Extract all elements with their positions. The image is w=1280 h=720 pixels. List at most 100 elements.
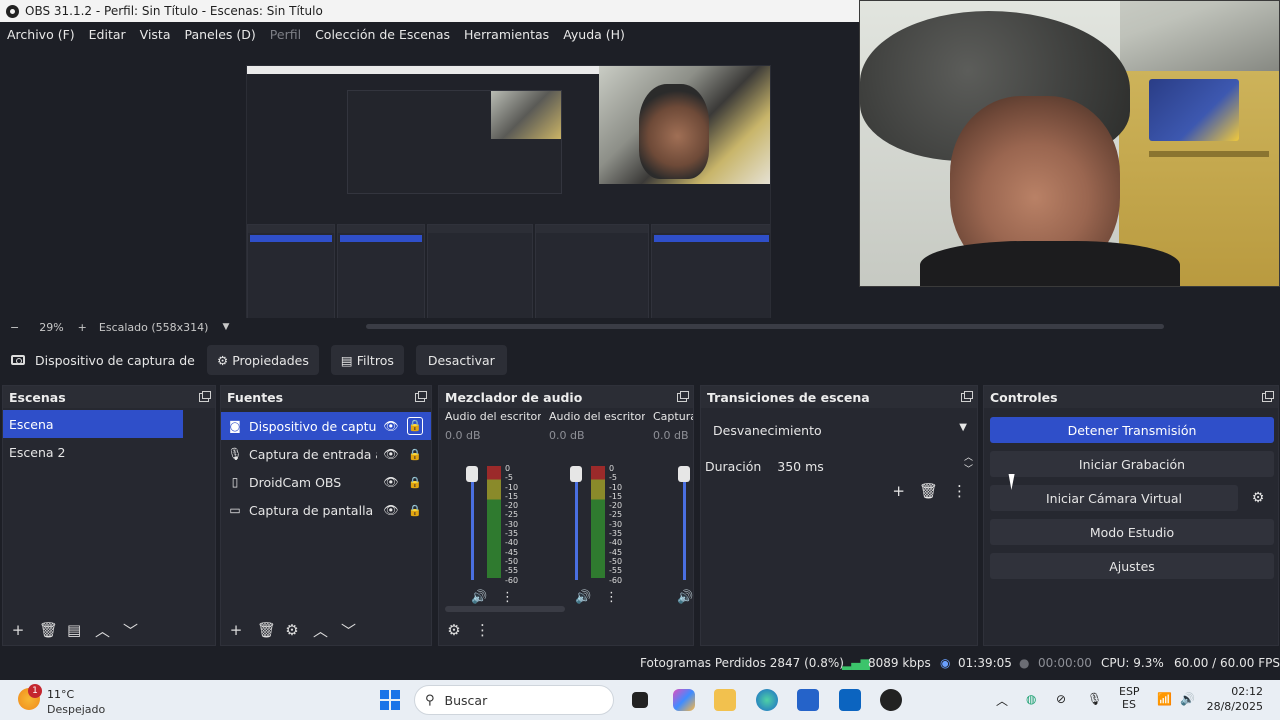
tray-overflow-icon[interactable]: ︿: [996, 692, 1008, 709]
speaker-icon[interactable]: 🔊: [677, 590, 693, 605]
microphone-icon: 🎙: [227, 447, 243, 461]
volume-fader-track[interactable]: [575, 470, 578, 580]
advanced-audio-icon[interactable]: ⚙: [447, 621, 461, 639]
menu-tools[interactable]: Herramientas: [457, 27, 556, 42]
nested-preview: [347, 90, 562, 194]
add-source-icon[interactable]: +: [229, 621, 243, 639]
settings-button[interactable]: Ajustes: [990, 553, 1274, 579]
menu-scene-collection[interactable]: Colección de Escenas: [308, 27, 457, 42]
volume-icon[interactable]: 🔊: [1180, 692, 1195, 706]
preview-horizontal-scrollbar[interactable]: [366, 324, 1164, 329]
move-down-icon[interactable]: ﹀: [123, 620, 138, 641]
scene-item[interactable]: Escena: [3, 410, 183, 438]
outlook-icon[interactable]: [839, 689, 861, 711]
zoom-in-button[interactable]: +: [78, 321, 87, 334]
volume-fader-track[interactable]: [471, 470, 474, 580]
mixer-horizontal-scrollbar[interactable]: [445, 606, 565, 612]
move-up-icon[interactable]: ︿: [95, 620, 110, 641]
menu-profile: Perfil: [269, 26, 302, 42]
volume-fader-track[interactable]: [683, 470, 686, 580]
preview-canvas[interactable]: [246, 65, 771, 319]
properties-label: Propiedades: [232, 352, 309, 368]
remove-source-icon[interactable]: 🗑: [257, 621, 276, 639]
lock-icon[interactable]: 🔒: [407, 504, 423, 517]
source-item[interactable]: ▯ DroidCam OBS 👁 🔒: [221, 468, 431, 496]
visibility-eye-icon[interactable]: 👁: [383, 447, 399, 461]
obs-taskbar-icon[interactable]: [880, 689, 902, 711]
lock-icon[interactable]: 🔒: [407, 448, 423, 461]
fps: 60.00 / 60.00 FPS: [1174, 656, 1280, 670]
language-indicator[interactable]: ESP ES: [1119, 685, 1140, 711]
record-icon: ●: [1019, 656, 1030, 670]
microphone-icon[interactable]: 🎙: [1087, 692, 1102, 706]
task-view-icon[interactable]: [632, 692, 648, 708]
visibility-eye-icon[interactable]: 👁: [383, 419, 399, 433]
tray-app-icon[interactable]: ◍: [1026, 692, 1036, 706]
menu-file[interactable]: Archivo (F): [0, 27, 82, 42]
add-transition-icon[interactable]: +: [892, 482, 905, 500]
source-item[interactable]: ▭ Captura de pantalla 👁 🔒: [221, 496, 431, 524]
source-label: Captura de entrada au: [249, 446, 377, 462]
volume-fader-handle[interactable]: [466, 466, 478, 482]
start-recording-button[interactable]: Iniciar Grabación: [990, 451, 1274, 477]
duration-spinner[interactable]: ︿ ﹀: [964, 452, 973, 476]
undock-icon[interactable]: [199, 390, 211, 402]
source-properties-icon[interactable]: ⚙: [285, 621, 299, 639]
remove-transition-icon[interactable]: 🗑: [919, 482, 938, 500]
volume-fader-handle[interactable]: [570, 466, 582, 482]
move-down-icon[interactable]: ﹀: [341, 620, 356, 641]
undock-icon[interactable]: [1262, 390, 1274, 402]
menu-help[interactable]: Ayuda (H): [556, 27, 632, 42]
channel-name: Audio del escritorio: [445, 410, 541, 423]
sources-dock: Fuentes ◙ Dispositivo de captura 👁 🔒 🎙 C…: [220, 385, 432, 646]
transition-menu-icon[interactable]: ⋮: [952, 482, 967, 500]
start-virtual-camera-button[interactable]: Iniciar Cámara Virtual: [990, 485, 1238, 511]
more-options-icon[interactable]: ⋮: [605, 590, 618, 605]
windows-start-icon[interactable]: [380, 690, 400, 710]
channel-db: 0.0 dB: [549, 429, 585, 442]
lock-icon[interactable]: 🔒: [407, 417, 423, 435]
visibility-eye-icon[interactable]: 👁: [383, 503, 399, 517]
store-icon[interactable]: [797, 689, 819, 711]
mixer-menu-icon[interactable]: ⋮: [475, 621, 490, 639]
source-item[interactable]: ◙ Dispositivo de captura 👁 🔒: [221, 412, 431, 440]
deactivate-button[interactable]: Desactivar: [415, 345, 507, 375]
volume-fader-handle[interactable]: [678, 466, 690, 482]
zoom-out-button[interactable]: −: [10, 321, 19, 334]
scene-filters-icon[interactable]: ▤: [67, 621, 81, 639]
edge-browser-icon[interactable]: [756, 689, 778, 711]
speaker-icon[interactable]: 🔊: [575, 590, 591, 605]
more-options-icon[interactable]: ⋮: [501, 590, 514, 605]
copilot-icon[interactable]: [673, 689, 695, 711]
menu-edit[interactable]: Editar: [82, 27, 133, 42]
network-off-icon[interactable]: ⊘: [1056, 692, 1066, 706]
lock-icon[interactable]: 🔒: [407, 476, 423, 489]
undock-icon[interactable]: [961, 390, 973, 402]
remove-scene-icon[interactable]: 🗑: [39, 621, 58, 639]
virtual-camera-settings-icon[interactable]: ⚙: [1242, 485, 1274, 511]
undock-icon[interactable]: [415, 390, 427, 402]
visibility-eye-icon[interactable]: 👁: [383, 475, 399, 489]
menu-docks[interactable]: Paneles (D): [178, 27, 263, 42]
duration-input[interactable]: 350 ms: [777, 459, 824, 474]
weather-widget[interactable]: 1 11°C Despejado: [18, 684, 108, 716]
scene-item[interactable]: Escena 2: [3, 438, 215, 466]
scale-dropdown-icon[interactable]: ▼: [222, 322, 229, 332]
title-bar: OBS 31.1.2 - Perfil: Sin Título - Escena…: [0, 0, 860, 22]
filters-button[interactable]: ▤ Filtros: [330, 345, 404, 375]
transition-select[interactable]: Desvanecimiento ▼: [707, 418, 973, 442]
properties-button[interactable]: ⚙ Propiedades: [207, 345, 319, 375]
stop-stream-button[interactable]: Detener Transmisión: [990, 417, 1274, 443]
system-clock[interactable]: 02:12 28/8/2025: [1205, 685, 1263, 713]
source-item[interactable]: 🎙 Captura de entrada au 👁 🔒: [221, 440, 431, 468]
move-up-icon[interactable]: ︿: [313, 620, 328, 641]
menu-view[interactable]: Vista: [133, 27, 178, 42]
undock-icon[interactable]: [677, 390, 689, 402]
taskbar-search[interactable]: ⚲ Buscar: [414, 685, 614, 715]
channel-db: 0.0 dB: [653, 429, 689, 442]
file-explorer-icon[interactable]: [714, 689, 736, 711]
add-scene-icon[interactable]: +: [11, 621, 25, 639]
studio-mode-button[interactable]: Modo Estudio: [990, 519, 1274, 545]
speaker-icon[interactable]: 🔊: [471, 590, 487, 605]
wifi-icon[interactable]: 📶: [1157, 692, 1172, 706]
